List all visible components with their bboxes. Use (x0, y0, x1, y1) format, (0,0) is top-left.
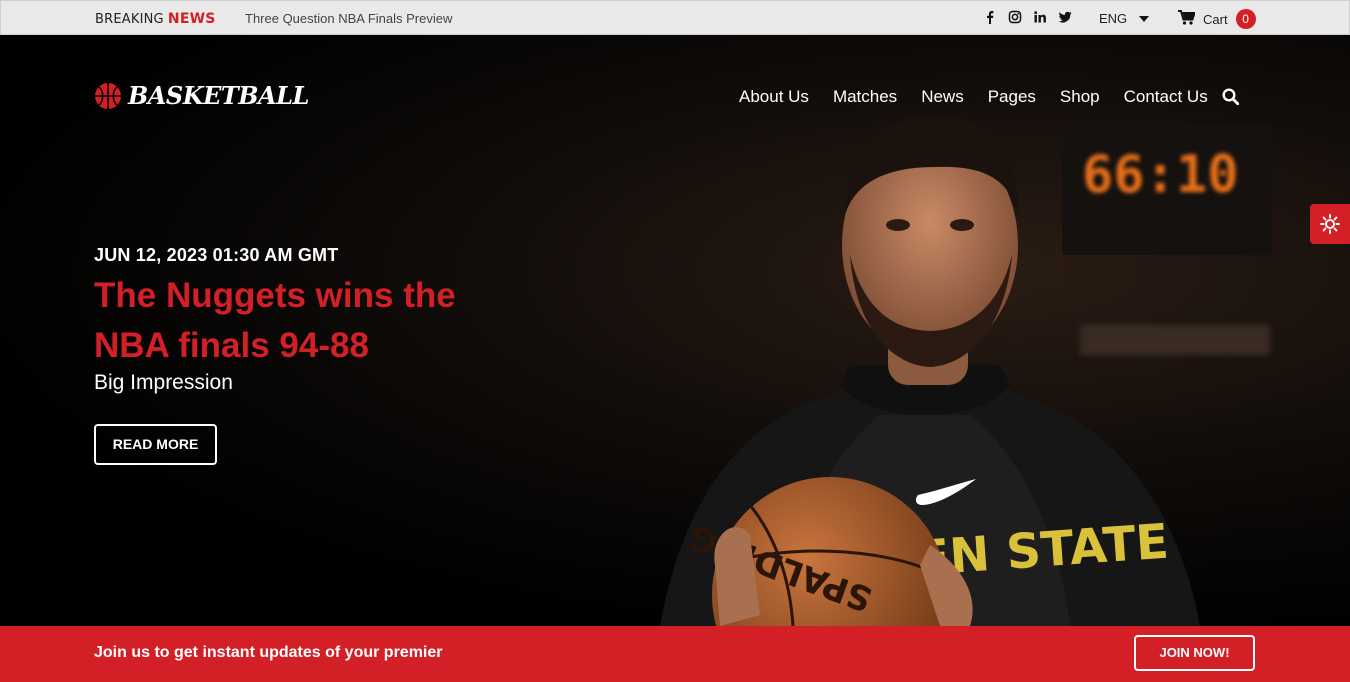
site-logo[interactable]: BASKETBALL (94, 81, 309, 110)
cart-label: Cart (1203, 11, 1228, 27)
breaking-news-label: BREAKING NEWS (95, 10, 216, 27)
sun-icon (1320, 214, 1340, 234)
language-selector[interactable]: ENG (1099, 11, 1150, 26)
main-nav: About Us Matches News Pages Shop Contact… (739, 87, 1232, 107)
nav-item-about-us[interactable]: About Us (739, 87, 809, 107)
theme-toggle-button[interactable] (1310, 204, 1350, 244)
breaking-prefix: BREAKING (95, 12, 164, 27)
newsletter-message: Join us to get instant updates of your p… (94, 644, 443, 661)
nav-item-shop[interactable]: Shop (1060, 87, 1100, 107)
instagram-icon[interactable] (1008, 10, 1022, 24)
cart-icon (1178, 10, 1196, 28)
language-label: ENG (1099, 11, 1128, 26)
article-title[interactable]: The Nuggets wins the NBA finals 94-88 (94, 271, 514, 371)
read-more-button[interactable]: READ MORE (94, 424, 217, 465)
nav-item-news[interactable]: News (921, 87, 964, 107)
search-icon[interactable] (1222, 88, 1240, 110)
chevron-down-icon (1139, 15, 1150, 22)
player-image: EN STATE SPALDING (660, 115, 1200, 626)
top-bar: BREAKING NEWS Three Question NBA Finals … (0, 0, 1350, 35)
news-ticker[interactable]: Three Question NBA Finals Preview (245, 11, 452, 26)
cart-count-badge: 0 (1235, 9, 1256, 29)
twitter-icon[interactable] (1058, 10, 1072, 24)
linkedin-icon[interactable] (1033, 10, 1047, 24)
facebook-icon[interactable] (983, 10, 997, 24)
newsletter-bar: Join us to get instant updates of your p… (0, 626, 1350, 682)
social-links (983, 10, 1072, 24)
nav-item-pages[interactable]: Pages (988, 87, 1036, 107)
cart-button[interactable]: Cart 0 (1178, 9, 1256, 29)
nav-item-contact-us[interactable]: Contact Us (1124, 87, 1208, 107)
nav-item-matches[interactable]: Matches (833, 87, 897, 107)
join-now-button[interactable]: JOIN NOW! (1134, 635, 1255, 671)
hero-section: 66:10 EN STATE SPALDING BASKETBALL About… (0, 35, 1350, 626)
article-subtitle: Big Impression (94, 371, 233, 394)
basketball-icon (95, 82, 121, 109)
article-date: JUN 12, 2023 01:30 AM GMT (94, 245, 339, 265)
logo-text: BASKETBALL (128, 81, 309, 110)
breaking-highlight: NEWS (167, 11, 216, 27)
